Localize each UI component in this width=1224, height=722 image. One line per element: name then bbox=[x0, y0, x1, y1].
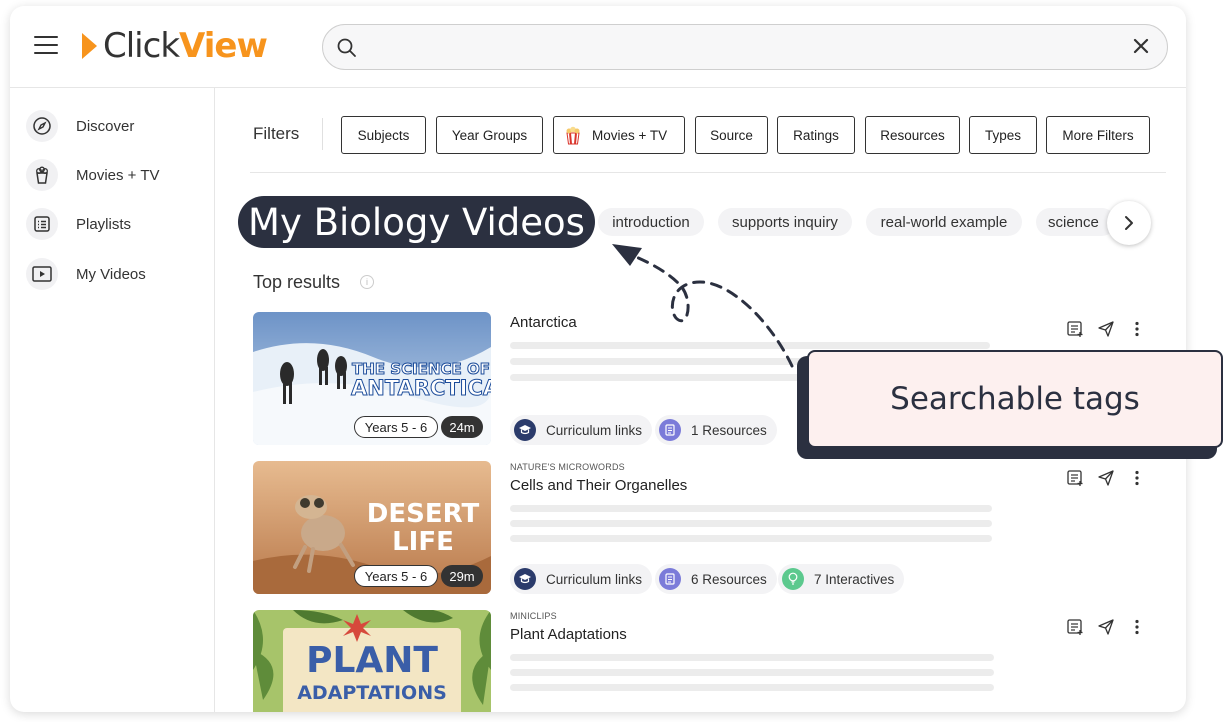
searchable-tags-callout: Searchable tags bbox=[807, 350, 1223, 448]
